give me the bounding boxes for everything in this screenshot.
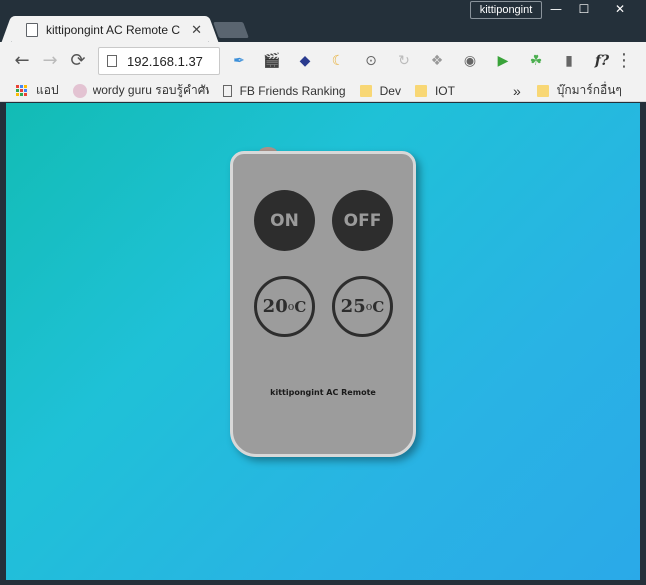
power-off-button[interactable]: OFF: [332, 190, 393, 251]
power-on-button[interactable]: ON: [254, 190, 315, 251]
wappalyzer-extension-icon[interactable]: ◆: [294, 50, 316, 72]
address-bar[interactable]: 192.168.1.37: [98, 47, 220, 75]
unit-label: C: [294, 297, 307, 316]
browser-tab[interactable]: kittipongint AC Remote C ✕: [12, 16, 208, 44]
camera-extension-icon[interactable]: ◉: [459, 50, 481, 72]
remote-label: kittipongint AC Remote: [270, 388, 376, 397]
wordy-guru-icon: [72, 83, 87, 98]
bookmarks-overflow-button[interactable]: »: [513, 83, 521, 99]
close-window-button[interactable]: ✕: [598, 0, 642, 18]
bookmark-label: บุ๊กมาร์กอื่นๆ: [556, 83, 622, 97]
bookmark-wordy-guru[interactable]: wordy guru รอบรู้คำศัพ: [72, 81, 209, 100]
minimize-button[interactable]: —: [542, 0, 570, 18]
play-extension-icon[interactable]: ▶: [492, 50, 514, 72]
temp-value: 20: [262, 296, 288, 317]
degree-sign: o: [365, 300, 373, 313]
folder-icon: [359, 84, 372, 97]
pen-extension-icon[interactable]: ✒: [228, 50, 250, 72]
bookmark-folder-dev[interactable]: Dev: [359, 83, 401, 98]
bookmark-apps[interactable]: แอป: [16, 81, 59, 100]
bookmark-other-folder[interactable]: บุ๊กมาร์กอื่นๆ: [536, 81, 622, 100]
forward-button[interactable]: →: [36, 47, 64, 75]
bookmark-fb-friends-ranking[interactable]: FB Friends Ranking: [222, 83, 346, 98]
clover-extension-icon[interactable]: ☘: [525, 50, 547, 72]
reload-button[interactable]: ⟳: [64, 47, 92, 75]
maximize-button[interactable]: ☐: [570, 0, 598, 18]
degree-sign: o: [287, 300, 295, 313]
temp-25-button[interactable]: 25 o C: [332, 276, 393, 337]
bookmark-label: wordy guru รอบรู้คำศัพ: [92, 83, 209, 97]
bookmarks-bar: แอป wordy guru รอบรู้คำศัพ FB Friends Ra…: [0, 80, 646, 102]
tab-title: kittipongint AC Remote C: [45, 23, 180, 37]
new-tab-button[interactable]: [213, 22, 249, 38]
back-button[interactable]: ←: [8, 47, 36, 75]
temp-value: 25: [340, 296, 366, 317]
folder-icon: [536, 84, 549, 97]
bookmark-label: Dev: [379, 83, 401, 98]
ac-remote: ON OFF 20 o C 25 o C kittipongint AC Remote: [230, 151, 416, 457]
page-icon: [222, 84, 232, 97]
bookmark-folder-iot[interactable]: IOT: [414, 83, 455, 98]
profile-button[interactable]: kittipongint: [470, 1, 542, 19]
window-titlebar: kittipongint AC Remote C ✕ kittipongint …: [0, 0, 646, 44]
url-text[interactable]: 192.168.1.37: [127, 54, 203, 69]
menu-icon[interactable]: ⋮: [610, 47, 638, 75]
apps-grid-icon: [16, 84, 28, 97]
page-viewport: ON OFF 20 o C 25 o C kittipongint AC Remote: [6, 103, 640, 580]
extensions-row: ✒ 🎬 ◆ ☾ ⊙ ↻ ❖ ◉ ▶ ☘ ▮ f?: [228, 50, 624, 72]
json-extension-icon[interactable]: ⊙: [360, 50, 382, 72]
bookmark-extension-icon[interactable]: ▮: [558, 50, 580, 72]
unit-label: C: [372, 297, 385, 316]
bookmark-label: IOT: [434, 83, 455, 98]
temp-20-button[interactable]: 20 o C: [254, 276, 315, 337]
page-favicon-icon: [26, 23, 38, 37]
bookmark-label: แอป: [36, 83, 59, 97]
moon-extension-icon[interactable]: ☾: [327, 50, 349, 72]
bookmark-label: FB Friends Ranking: [239, 83, 346, 98]
sync-extension-icon[interactable]: ↻: [393, 50, 415, 72]
clapper-extension-icon[interactable]: 🎬: [261, 50, 283, 72]
browser-toolbar: ← → ⟳ 192.168.1.37 ✒ 🎬 ◆ ☾ ⊙ ↻ ❖ ◉ ▶ ☘ ▮…: [0, 42, 646, 80]
dropbox-extension-icon[interactable]: ❖: [426, 50, 448, 72]
folder-icon: [414, 84, 427, 97]
page-info-icon[interactable]: [107, 55, 117, 67]
tab-close-icon[interactable]: ✕: [191, 23, 202, 38]
